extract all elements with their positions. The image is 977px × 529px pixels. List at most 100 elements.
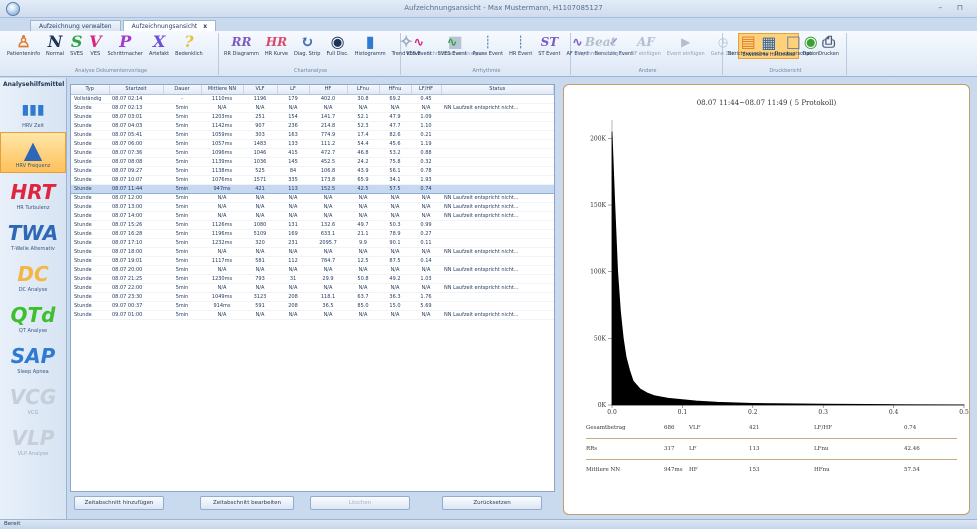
table-row[interactable]: Stunde 08.07 23:30 5min 1049ms 3123 208 118.1 6… (71, 292, 554, 302)
table-row[interactable]: Stunde 08.07 19:01 5min 1117ms 581 112 784.7 12… (71, 256, 554, 266)
sves-button[interactable]: S SVES (67, 33, 86, 58)
hr-event-button[interactable]: ┊ HR Event (506, 33, 535, 57)
table-cell: 1036 (243, 157, 277, 167)
table-cell: 163 (277, 130, 309, 140)
drucken-button[interactable]: ⎙ Drucken (815, 33, 842, 58)
table-row[interactable]: Stunde 08.07 06:00 5min 1057ms 1483 133 111.2 5… (71, 139, 554, 149)
af-einfuegen-button[interactable]: AF AF einfügen (628, 33, 664, 57)
column-header[interactable]: Typ (71, 85, 110, 95)
column-header[interactable]: Mittlere NN (201, 85, 244, 95)
diag-strip-button[interactable]: ↻ Diag. Strip (291, 32, 323, 58)
reset-button[interactable]: Zurücksetzen (442, 496, 542, 510)
sidebar-item-hrv-zeit[interactable]: ▮▮▮ HRV Zeit (0, 91, 66, 132)
table-cell: 1138ms (201, 166, 243, 176)
status-bar: Bereit (0, 519, 977, 529)
table-cell: 236 (277, 121, 309, 131)
app-menu-orb[interactable] (6, 2, 20, 16)
event-einfuegen-button[interactable]: ▶ Event einfügen (664, 33, 708, 57)
schrittmacher-button[interactable]: P Schrittmacher (105, 33, 146, 58)
rhythmus-einfuegen-button[interactable]: Beat Rhythmus einfügen (573, 33, 628, 57)
hr-event-icon: ┊ (517, 35, 525, 49)
column-header[interactable]: LF/HF (411, 85, 442, 95)
table-row[interactable]: Stunde 08.07 07:36 5min 1096ms 1046 415 472.7 4… (71, 148, 554, 158)
table-row[interactable]: Stunde 08.07 15:26 5min 1126ms 1080 131 132.6 4… (71, 220, 554, 230)
column-header[interactable]: Status (441, 85, 554, 95)
ribbon-group-chartanalyse: RR RR Diagramm HR HR Kurve ↻ Diag. Strip… (221, 32, 484, 75)
table-cell: Stunde (71, 193, 109, 203)
table-cell: N/A (309, 247, 347, 257)
column-header[interactable]: VLF (243, 85, 278, 95)
artefakt-button[interactable]: X Artefakt (146, 33, 172, 58)
patienteninfo-button[interactable]: ♙ Patienteninfo (4, 33, 43, 58)
table-row[interactable]: Stunde 08.07 10:07 5min 1076ms 1571 335 173.8 6… (71, 175, 554, 185)
table-row[interactable]: Stunde 08.07 18:00 5min N/A N/A N/A N/A N/A N/A N… (71, 247, 554, 257)
sidebar-item-vlp-analyse[interactable]: VLP VLP Analyse (0, 419, 66, 460)
table-row[interactable]: Stunde 08.07 12:00 5min N/A N/A N/A N/A N/A N/A N… (71, 193, 554, 203)
sidebar-item-hrv-frequenz[interactable]: ▲ HRV Frequenz (0, 132, 66, 173)
table-row[interactable]: Stunde 08.07 08:08 5min 1139ms 1036 145 452.5 2… (71, 157, 554, 167)
sidebar-item-dc-analyse[interactable]: DC DC Analyse (0, 255, 66, 296)
table-row[interactable]: Stunde 08.07 03:01 5min 1203ms 251 154 141.7 52… (71, 112, 554, 122)
column-header[interactable]: HF (309, 85, 348, 95)
window-controls[interactable]: – ⊓ (938, 3, 969, 12)
table-cell: N/A (243, 103, 277, 113)
normal-button[interactable]: N Normal (43, 33, 67, 58)
stat-value: 57.54 (904, 467, 920, 473)
table-cell: Stunde (71, 166, 109, 176)
berichtvorschau-button[interactable]: ▤ Berichtvorschau (725, 33, 772, 58)
delete-button[interactable]: Löschen (310, 496, 410, 510)
table-row[interactable]: Stunde 08.07 16:28 5min 1196ms 5109 169 633.1 2… (71, 229, 554, 239)
table-row[interactable]: Stunde 08.07 17:10 5min 1232ms 320 231 2095.7 9… (71, 238, 554, 248)
table-cell: 145 (277, 157, 309, 167)
table-cell: 1232ms (201, 238, 243, 248)
table-row[interactable]: Stunde 08.07 22:00 5min N/A N/A N/A N/A N/A N/A N… (71, 283, 554, 293)
table-cell: N/A (309, 310, 347, 320)
column-header[interactable]: Startzeit (109, 85, 164, 95)
diag-strip-icon: ↻ (300, 32, 314, 51)
column-header[interactable]: HFnu (379, 85, 412, 95)
table-row[interactable]: Stunde 08.07 20:00 5min N/A N/A N/A N/A N/A N/A N… (71, 265, 554, 275)
st-event-button[interactable]: ST ST Event (535, 33, 563, 57)
full-disc-button[interactable]: ◉ Full Disc. (323, 33, 351, 58)
stat-row: Gesamtbetrag 686 VLF 421 LF/HF 0.74 (564, 425, 969, 435)
tab-close-icon[interactable]: x (203, 23, 207, 30)
table-cell (441, 229, 554, 239)
sidebar-item-t-welle[interactable]: TWA T-Welle Alternativ (0, 214, 66, 255)
column-header[interactable]: LF (277, 85, 310, 95)
ves-button[interactable]: V VES (86, 33, 104, 58)
table-cell: N/A (347, 202, 379, 212)
ves-event-button[interactable]: ∿ VES Event (403, 33, 435, 57)
table-row[interactable]: Stunde 08.07 13:00 5min N/A N/A N/A N/A N/A N/A N… (71, 202, 554, 212)
table-row[interactable]: Vollständig 08.07 02:14-1110ms 1196 179 402.… (71, 94, 554, 104)
event-icon: ▶ (681, 35, 691, 49)
histogramm-button[interactable]: ▮ Histogramm (352, 33, 389, 58)
ves-event-icon: ∿ (413, 35, 424, 49)
add-segment-button[interactable]: Zeitabschnitt hinzufügen (74, 496, 164, 510)
table-cell: N/A (379, 103, 411, 113)
table-cell: N/A (243, 202, 277, 212)
table-cell: 1059ms (201, 130, 243, 140)
table-row[interactable]: Stunde 08.07 21:25 5min 1230ms 793 31 29.9 50.8… (71, 274, 554, 284)
pause-event-button[interactable]: ┊ Pause Event (470, 33, 507, 57)
table-cell: Stunde (71, 310, 109, 320)
table-row[interactable]: Stunde 09.07 01:00 5min N/A N/A N/A N/A N/A N/A N… (71, 310, 554, 320)
table-row[interactable]: Stunde 08.07 05:41 5min 1059ms 303 163 774.9 17… (71, 130, 554, 140)
druckvorschau-button[interactable]: □ Druckvorschau (772, 33, 816, 58)
sves-event-button[interactable]: ∿ SVES Event (435, 33, 470, 57)
sidebar-item-sleep-apnea[interactable]: SAP Sleep Apnea (0, 337, 66, 378)
table-row[interactable]: Stunde 08.07 02:13 5min N/A N/A N/A N/A N/A N/A N… (71, 103, 554, 113)
table-row[interactable]: Stunde 08.07 14:00 5min N/A N/A N/A N/A N/A N/A N… (71, 211, 554, 221)
rr-diagramm-button[interactable]: RR RR Diagramm (221, 33, 262, 57)
column-header[interactable]: LFnu (347, 85, 380, 95)
table-row[interactable]: Stunde 08.07 09:27 5min 1138ms 525 84 106.8 43.… (71, 166, 554, 176)
sidebar-item-vcg[interactable]: VCG VCG (0, 378, 66, 419)
sidebar-item-hr-turbulenz[interactable]: HRT HR Turbulenz (0, 173, 66, 214)
table-row[interactable]: Stunde 08.07 04:03 5min 1142ms 907 236 214.8 52… (71, 121, 554, 131)
table-row[interactable]: Stunde 08.07 11:44 5min 947ms 421 113 152.5 42.… (71, 183, 554, 194)
column-header[interactable]: Dauer (163, 85, 202, 95)
sidebar-item-qt-analyse[interactable]: QTd QT Analyse (0, 296, 66, 337)
table-row[interactable]: Stunde 09.07 00:37 5min 914ms 591 208 36.5 85.0… (71, 301, 554, 311)
hr-kurve-button[interactable]: HR HR Kurve (262, 33, 291, 57)
edit-segment-button[interactable]: Zeitabschnitt bearbeiten (200, 496, 294, 510)
bedenklich-button[interactable]: ? Bedenklich (172, 33, 206, 58)
